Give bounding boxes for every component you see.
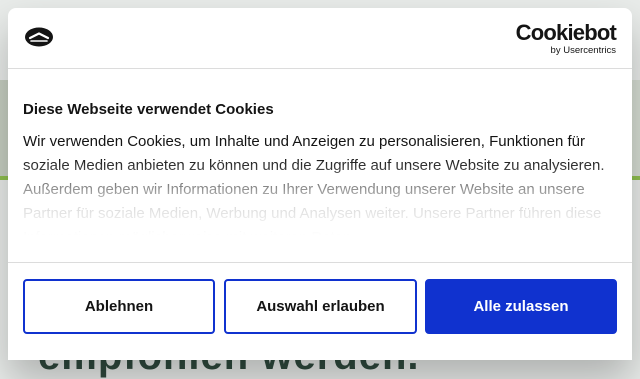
brand-name: Cookiebot [515, 20, 617, 45]
allow-selection-button[interactable]: Auswahl erlauben [224, 279, 417, 334]
dialog-title: Diese Webseite verwendet Cookies [23, 101, 274, 118]
cookiebot-logo[interactable]: Cookiebot by Usercentrics [515, 20, 617, 57]
dialog-footer: Ablehnen Auswahl erlauben Alle zulassen [8, 262, 632, 360]
dialog-description: Wir verwenden Cookies, um Inhalte und An… [23, 133, 605, 246]
dialog-header: Cookiebot by Usercentrics [8, 8, 632, 69]
brand-subtitle: by Usercentrics [550, 45, 616, 56]
cookiebot-badge-icon [23, 26, 55, 48]
dialog-content[interactable]: Diese Webseite verwendet Cookies Wir ver… [23, 100, 613, 260]
deny-button[interactable]: Ablehnen [23, 279, 215, 334]
allow-all-button[interactable]: Alle zulassen [425, 279, 617, 334]
cookie-consent-dialog: Cookiebot by Usercentrics Diese Webseite… [8, 8, 632, 360]
